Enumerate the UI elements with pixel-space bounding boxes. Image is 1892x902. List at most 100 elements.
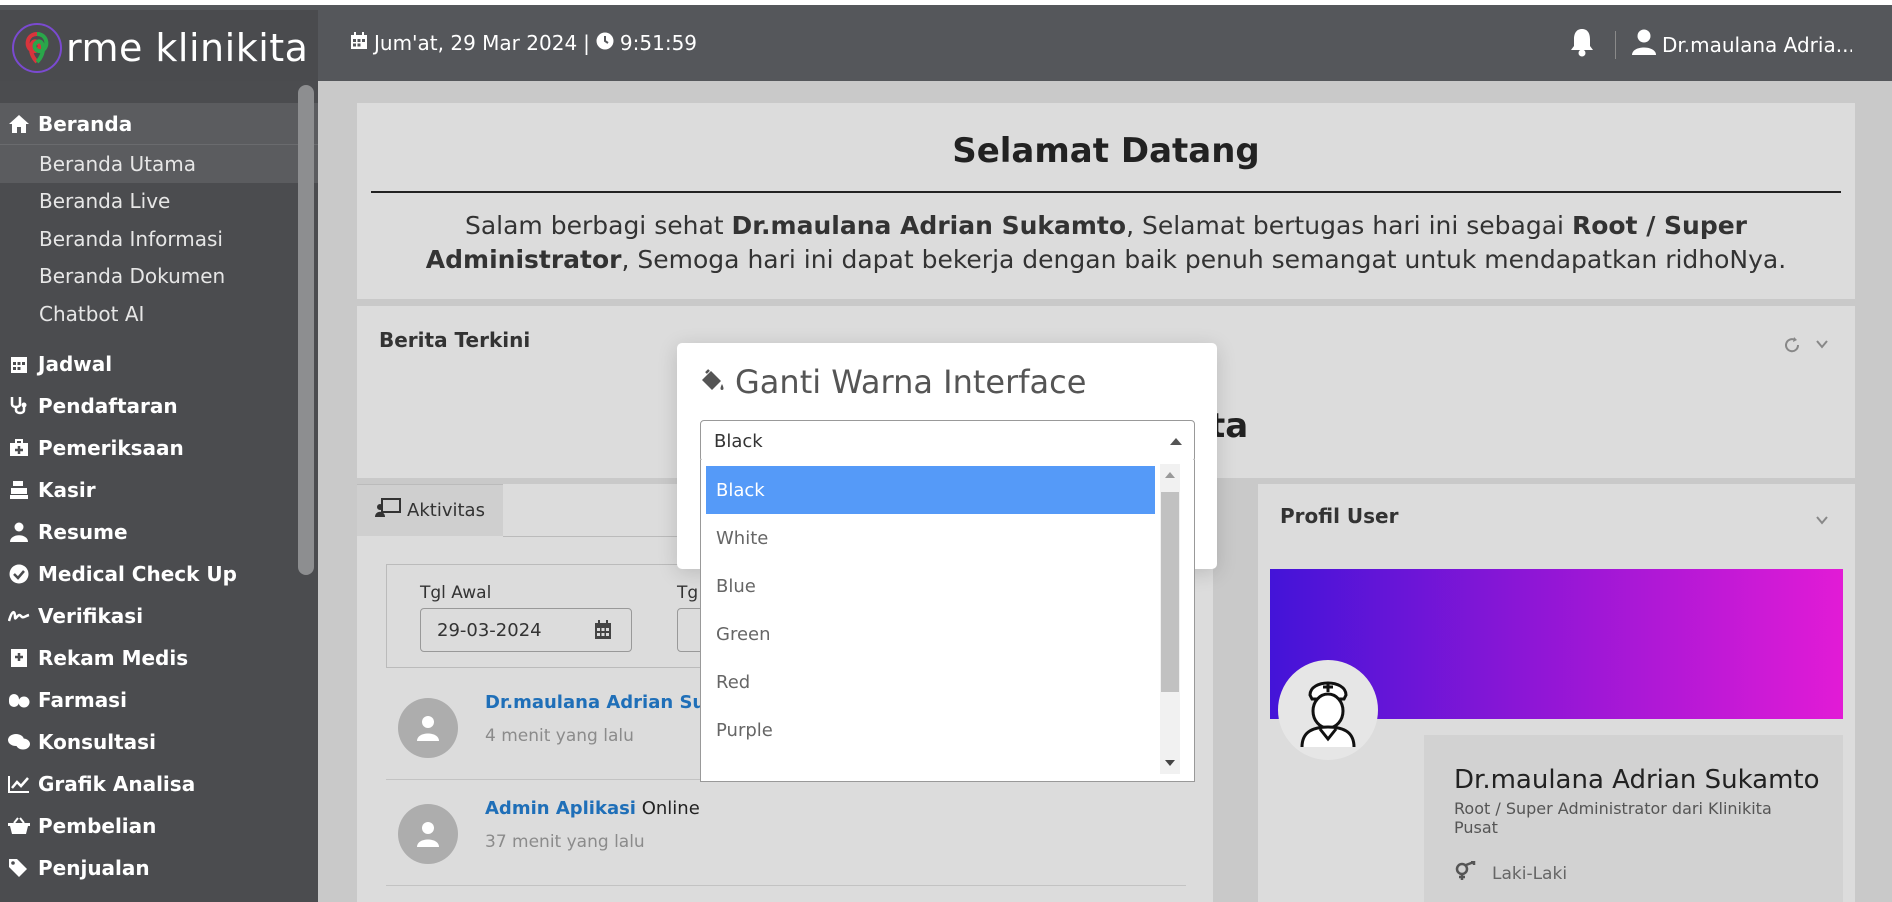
sidebar-item-label: Pemeriksaan: [38, 435, 184, 460]
sidebar-item-konsultasi[interactable]: Konsultasi: [0, 721, 318, 763]
user-icon: [1631, 29, 1656, 60]
sidebar-scrollbar[interactable]: [298, 85, 314, 575]
home-icon: [8, 113, 30, 135]
sidebar-item-label: Resume: [38, 519, 128, 544]
avatar: [398, 698, 458, 758]
brand-name: rme klinikita: [66, 26, 309, 70]
color-option-white[interactable]: White: [706, 514, 1155, 562]
brand[interactable]: rme klinikita: [0, 10, 318, 86]
activity-user-link[interactable]: Admin Aplikasi: [485, 798, 636, 819]
scroll-up-icon[interactable]: [1165, 472, 1175, 478]
doctor-avatar-icon: [1278, 660, 1378, 760]
sidebar-subitem-beranda-dokumen[interactable]: Beranda Dokumen: [0, 258, 318, 296]
color-select[interactable]: Black: [700, 420, 1195, 462]
sidebar-item-label: Konsultasi: [38, 729, 156, 754]
top-navbar: rme klinikita Jum'at, 29 Mar 2024 | 9:51…: [0, 0, 1892, 86]
profile-card: Profil User Dr.maulana Adrian Sukamto Ro…: [1258, 484, 1855, 902]
sidebar-subitem-beranda-live[interactable]: Beranda Live: [0, 183, 318, 221]
chevron-down-icon[interactable]: [1815, 512, 1829, 531]
bell-icon[interactable]: [1569, 27, 1595, 62]
tab-aktivitas[interactable]: Aktivitas: [357, 484, 503, 536]
sidebar-item-label: Grafik Analisa: [38, 771, 196, 796]
divider: [371, 191, 1841, 193]
sidebar-item-pendaftaran[interactable]: Pendaftaran: [0, 385, 318, 427]
fill-drip-icon: [699, 363, 725, 401]
welcome-card: Selamat Datang Salam berbagi sehat Dr.ma…: [357, 103, 1855, 299]
calendar-icon[interactable]: [593, 620, 613, 645]
chevron-down-icon[interactable]: [1815, 336, 1829, 358]
user-menu[interactable]: Dr.maulana Adria...: [1631, 29, 1852, 60]
activity-status: Online: [635, 798, 700, 819]
current-date: Jum'at, 29 Mar 2024: [374, 31, 578, 55]
color-option-green[interactable]: Green: [706, 610, 1155, 658]
pills-icon: [8, 689, 30, 711]
datetime: Jum'at, 29 Mar 2024 | 9:51:59: [350, 31, 697, 55]
color-option-black[interactable]: Black: [706, 466, 1155, 514]
gender-value: Laki-Laki: [1492, 863, 1568, 884]
basket-icon: [8, 815, 30, 837]
sidebar-subitem-chatbot-ai[interactable]: Chatbot AI: [0, 295, 318, 333]
color-select-value: Black: [714, 430, 763, 452]
end-date-label: Tg: [677, 583, 699, 603]
profile-gender: Laki-Laki: [1454, 860, 1568, 886]
sidebar-item-grafik-analisa[interactable]: Grafik Analisa: [0, 763, 318, 805]
sidebar-item-farmasi[interactable]: Farmasi: [0, 679, 318, 721]
profile-details: Dr.maulana Adrian Sukamto Root / Super A…: [1424, 735, 1843, 902]
sidebar-item-label: Kasir: [38, 477, 96, 502]
profile-role: Root / Super Administrator dari Klinikit…: [1454, 799, 1772, 837]
dropdown-scrollbar[interactable]: [1160, 464, 1180, 774]
sidebar-item-verifikasi[interactable]: Verifikasi: [0, 595, 318, 637]
sidebar-item-rekam-medis[interactable]: Rekam Medis: [0, 637, 318, 679]
signature-icon: [8, 605, 30, 627]
sidebar-item-label: Pembelian: [38, 813, 157, 838]
color-option-blue[interactable]: Blue: [706, 562, 1155, 610]
sidebar-item-label: Beranda: [38, 111, 133, 136]
tags-icon: [8, 857, 30, 879]
activity-row: Admin Aplikasi Online 37 menit yang lalu: [386, 780, 1186, 886]
sidebar-item-medical-check-up[interactable]: Medical Check Up: [0, 553, 318, 595]
activity-time: 4 menit yang lalu: [485, 726, 634, 746]
activity-time: 37 menit yang lalu: [485, 832, 645, 852]
sidebar-item-label: Rekam Medis: [38, 645, 189, 670]
calendar-icon: [8, 353, 30, 375]
sidebar-item-pembelian[interactable]: Pembelian: [0, 805, 318, 847]
color-option-red[interactable]: Red: [706, 658, 1155, 706]
medkit-icon: [8, 437, 30, 459]
logo-icon: [12, 23, 62, 73]
sidebar-item-label: Pendaftaran: [38, 393, 178, 418]
caret-up-icon: [1170, 438, 1182, 445]
tab-label: Aktivitas: [407, 500, 485, 521]
sidebar-subitem-beranda-utama[interactable]: Beranda Utama: [0, 145, 318, 183]
color-option-purple[interactable]: Purple: [706, 706, 1155, 754]
chalkboard-user-icon: [375, 498, 402, 523]
sidebar-item-pemeriksaan[interactable]: Pemeriksaan: [0, 427, 318, 469]
news-title: Berita Terkini: [379, 328, 531, 352]
welcome-message: Salam berbagi sehat Dr.maulana Adrian Su…: [371, 209, 1841, 277]
profile-name: Dr.maulana Adrian Sukamto: [1454, 765, 1820, 795]
sidebar-subitem-beranda-informasi[interactable]: Beranda Informasi: [0, 220, 318, 258]
stethoscope-icon: [8, 395, 30, 417]
sidebar-item-penjualan[interactable]: Penjualan: [0, 847, 318, 889]
check-circle-icon: [8, 563, 30, 585]
start-date-value: 29-03-2024: [437, 619, 542, 641]
calendar-icon: [350, 31, 368, 55]
welcome-user-name: Dr.maulana Adrian Sukamto: [731, 211, 1127, 240]
comments-icon: [8, 731, 30, 753]
refresh-icon[interactable]: [1783, 336, 1801, 358]
sidebar-item-label: Farmasi: [38, 687, 127, 712]
sidebar-item-resume[interactable]: Resume: [0, 511, 318, 553]
start-date-label: Tgl Awal: [420, 583, 492, 603]
sidebar-item-label: Penjualan: [38, 855, 150, 880]
scrollbar-thumb[interactable]: [1161, 492, 1179, 692]
sidebar-item-label: Jadwal: [38, 351, 113, 376]
sidebar-item-jadwal[interactable]: Jadwal: [0, 343, 318, 385]
cash-register-icon: [8, 479, 30, 501]
sidebar: Beranda Beranda Utama Beranda Live Beran…: [0, 81, 318, 902]
avatar: [398, 804, 458, 864]
sidebar-item-kasir[interactable]: Kasir: [0, 469, 318, 511]
start-date-input[interactable]: 29-03-2024: [420, 608, 632, 652]
divider: [1615, 30, 1616, 59]
sidebar-item-beranda[interactable]: Beranda: [0, 103, 318, 145]
current-time: 9:51:59: [619, 31, 698, 55]
scroll-down-icon[interactable]: [1165, 760, 1175, 766]
